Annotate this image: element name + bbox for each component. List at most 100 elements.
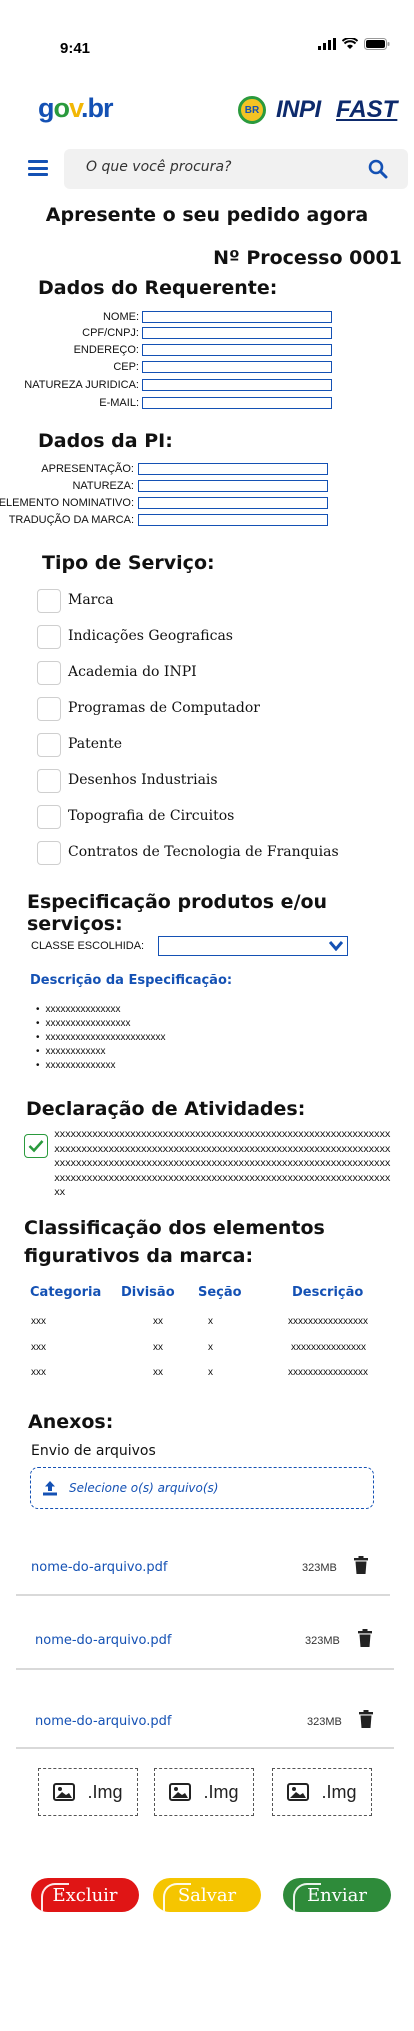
table-cell: xxxxxxxxxxxxxxxx <box>288 1316 368 1327</box>
nome-field[interactable] <box>142 311 332 323</box>
field-label: NATUREZA: <box>72 480 134 492</box>
trash-icon[interactable] <box>354 1556 368 1574</box>
file-link[interactable]: nome-do-arquivo.pdf <box>31 1560 168 1575</box>
logo-letter: g <box>38 93 54 123</box>
checkbox-label: Indicações Geograficas <box>68 628 233 644</box>
button-swoosh <box>163 1883 191 1911</box>
upload-label: Selecione o(s) arquivo(s) <box>69 1481 219 1495</box>
email-field[interactable] <box>142 397 332 409</box>
menu-icon[interactable] <box>28 160 48 176</box>
list-item: xxxxxxxxxxxxxxxxx <box>36 1017 166 1031</box>
table-cell: x <box>208 1367 213 1378</box>
file-size: 323MB <box>305 1635 340 1647</box>
status-time: 9:41 <box>60 40 91 57</box>
section-title-especificacao: Especificação produtos e/ou serviços: <box>27 891 328 935</box>
trash-icon[interactable] <box>359 1710 373 1728</box>
checkbox-patente[interactable] <box>37 733 61 757</box>
trash-icon[interactable] <box>358 1629 372 1647</box>
enviar-button[interactable]: Enviar <box>283 1878 391 1912</box>
checkbox-marca[interactable] <box>37 589 61 613</box>
traducao-marca-field[interactable] <box>138 514 328 526</box>
divider <box>16 1594 390 1596</box>
section-title-classificacao: Classificação dos elementos figurativos … <box>24 1217 325 1267</box>
govbr-logo[interactable]: gov.br <box>38 93 114 124</box>
spec-list: xxxxxxxxxxxxxxx xxxxxxxxxxxxxxxxx xxxxxx… <box>36 1003 166 1073</box>
search-input[interactable] <box>86 159 346 175</box>
image-slot-label: .Img <box>321 1781 357 1802</box>
anexos-subtitle: Envio de arquivos <box>31 1443 156 1459</box>
inpi-logo: INPI <box>276 96 321 123</box>
table-cell: xxxxxxxxxxxxxxxx <box>288 1367 368 1378</box>
checkbox-label: Desenhos Industriais <box>68 772 218 788</box>
checkbox-topografia-circuitos[interactable] <box>37 805 61 829</box>
salvar-button[interactable]: Salvar <box>153 1878 261 1912</box>
checkbox-desenhos-industriais[interactable] <box>37 769 61 793</box>
declaracao-checkbox[interactable] <box>24 1134 48 1158</box>
image-slot[interactable]: .Img <box>272 1768 372 1816</box>
page-title: Apresente o seu pedido agora <box>45 204 369 226</box>
field-label: ENDEREÇO: <box>73 344 139 356</box>
file-link[interactable]: nome-do-arquivo.pdf <box>35 1714 172 1729</box>
logo-letter: o <box>53 93 70 123</box>
list-item: xxxxxxxxxxxxxx <box>36 1059 166 1073</box>
checkbox-programas-computador[interactable] <box>37 697 61 721</box>
table-cell: xx <box>153 1316 163 1327</box>
natureza-juridica-field[interactable] <box>142 379 332 391</box>
checkbox-indicacoes-geograficas[interactable] <box>37 625 61 649</box>
section-title-declaracao: Declaração de Atividades: <box>26 1098 306 1120</box>
checkbox-academia-inpi[interactable] <box>37 661 61 685</box>
process-number: Nº Processo 0001 <box>213 247 402 269</box>
elemento-nominativo-field[interactable] <box>138 497 328 509</box>
list-item: xxxxxxxxxxxxxxx <box>36 1003 166 1017</box>
file-size: 323MB <box>302 1562 337 1574</box>
checkbox-label: Marca <box>68 592 114 608</box>
field-label: TRADUÇÃO DA MARCA: <box>8 514 134 526</box>
section-title-pi: Dados da PI: <box>38 430 173 452</box>
excluir-button[interactable]: Excluir <box>31 1878 139 1912</box>
field-label: NATUREZA JURIDICA: <box>24 379 139 391</box>
image-slot[interactable]: .Img <box>38 1768 138 1816</box>
logo-letter: .br <box>81 93 114 123</box>
apresentacao-field[interactable] <box>138 463 328 475</box>
endereco-field[interactable] <box>142 344 332 356</box>
image-icon <box>53 1783 76 1801</box>
declaracao-text: xxxxxxxxxxxxxxxxxxxxxxxxxxxxxxxxxxxxxxxx… <box>54 1129 391 1198</box>
check-icon <box>28 1140 44 1153</box>
table-cell: xxxxxxxxxxxxxxx <box>291 1342 366 1353</box>
logo-letter: v <box>69 93 82 123</box>
cpf-cnpj-field[interactable] <box>142 327 332 339</box>
class-label: CLASSE ESCOLHIDA: <box>31 940 145 952</box>
table-header: Divisão <box>121 1285 175 1300</box>
table-cell: xx <box>153 1367 163 1378</box>
upload-icon <box>43 1481 57 1496</box>
natureza-field[interactable] <box>138 480 328 492</box>
table-header: Seção <box>198 1285 242 1300</box>
table-cell: xxx <box>31 1316 46 1327</box>
signal-icon <box>318 38 336 50</box>
image-slot[interactable]: .Img <box>154 1768 254 1816</box>
battery-icon <box>364 38 390 50</box>
image-icon <box>169 1783 192 1801</box>
chevron-down-icon <box>329 941 343 951</box>
button-swoosh <box>41 1883 69 1911</box>
image-icon <box>287 1783 310 1801</box>
search-icon[interactable] <box>368 159 388 179</box>
table-cell: xxx <box>31 1367 46 1378</box>
table-header: Descrição <box>292 1285 364 1300</box>
fast-logo: FAST <box>336 96 398 123</box>
table-cell: xx <box>153 1342 163 1353</box>
cep-field[interactable] <box>142 361 332 373</box>
list-item: xxxxxxxxxxxxxxxxxxxxxxxx <box>36 1031 166 1045</box>
checkbox-label: Contratos de Tecnologia de Franquias <box>68 844 339 860</box>
wifi-icon <box>342 38 358 49</box>
file-size: 323MB <box>307 1716 342 1728</box>
upload-files-button[interactable]: Selecione o(s) arquivo(s) <box>30 1467 374 1509</box>
field-label: CPF/CNPJ: <box>82 327 139 339</box>
class-select[interactable] <box>158 936 348 956</box>
image-slot-label: .Img <box>87 1781 123 1802</box>
file-link[interactable]: nome-do-arquivo.pdf <box>35 1633 172 1648</box>
search-bar <box>64 149 408 189</box>
checkbox-contratos-tecnologia[interactable] <box>37 841 61 865</box>
checkbox-label: Academia do INPI <box>68 664 197 680</box>
table-cell: x <box>208 1342 213 1353</box>
